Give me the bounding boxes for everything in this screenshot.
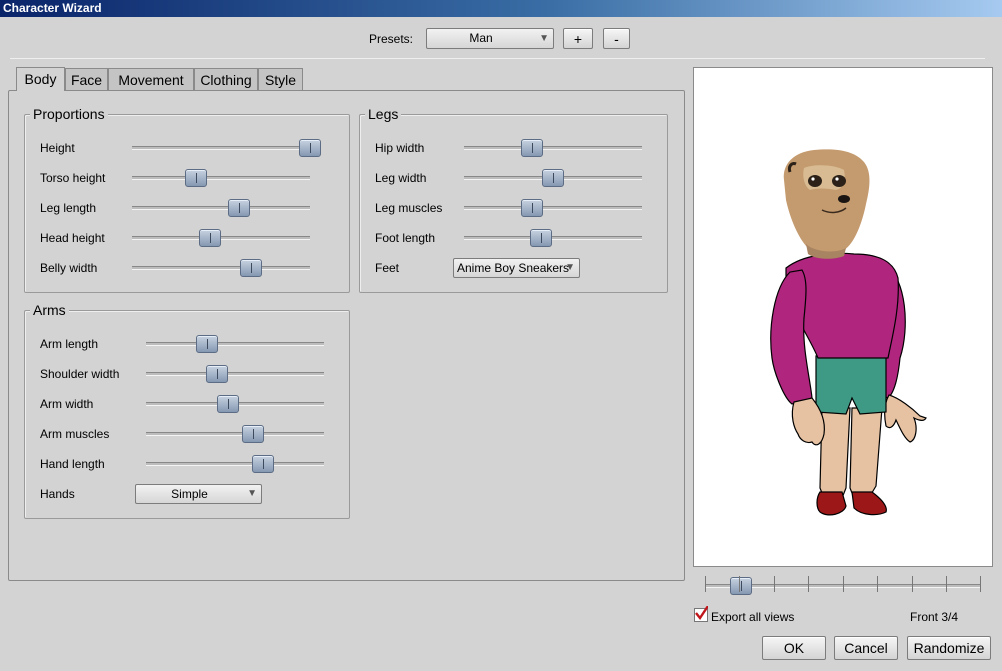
right-leg <box>849 407 883 499</box>
meerkat-left-eye-shine <box>811 177 815 181</box>
checkmark-icon <box>695 606 708 620</box>
proportions-slider-track[interactable] <box>132 229 310 247</box>
proportions-slider-handle[interactable] <box>199 229 222 247</box>
legs-slider-label: Leg width <box>375 171 427 185</box>
arms-slider-label: Arm width <box>40 397 94 411</box>
chevron-down-icon: ▼ <box>247 488 257 499</box>
proportions-slider-label: Head height <box>40 231 105 245</box>
arms-slider-track[interactable] <box>146 425 324 443</box>
meerkat-right-eye <box>832 175 846 187</box>
shorts <box>815 355 887 415</box>
feet-dropdown[interactable]: Anime Boy Sneakers ▼ <box>453 258 580 278</box>
proportions-slider-track[interactable] <box>132 169 310 187</box>
meerkat-right-eye-shine <box>835 177 839 181</box>
add-preset-button[interactable]: + <box>563 28 593 49</box>
view-tick <box>980 576 981 592</box>
tab-clothing[interactable]: Clothing <box>194 68 258 91</box>
arms-slider-track[interactable] <box>146 395 324 413</box>
proportions-slider-track[interactable] <box>132 139 321 157</box>
proportions-slider-track[interactable] <box>132 199 310 217</box>
arms-slider-handle[interactable] <box>241 425 264 443</box>
right-shoe <box>851 491 887 516</box>
legs-slider-track[interactable] <box>464 169 642 187</box>
hands-label: Hands <box>40 487 75 501</box>
proportions-slider-label: Torso height <box>40 171 106 185</box>
view-tick <box>808 576 809 592</box>
view-tick <box>912 576 913 592</box>
legs-slider-label: Hip width <box>375 141 425 155</box>
view-tick <box>946 576 947 592</box>
legs-slider-handle[interactable] <box>520 199 543 217</box>
proportions-title: Proportions <box>30 106 108 122</box>
meerkat-head <box>783 149 870 253</box>
view-tick <box>877 576 878 592</box>
left-leg <box>819 407 851 499</box>
arms-slider-handle[interactable] <box>216 395 239 413</box>
view-name-label: Front 3/4 <box>910 610 959 624</box>
arms-slider-label: Arm length <box>40 337 99 351</box>
ok-button[interactable]: OK <box>762 636 826 660</box>
front-arm <box>770 269 813 405</box>
proportions-slider-handle[interactable] <box>240 259 263 277</box>
arms-slider-label: Arm muscles <box>40 427 110 441</box>
tab-body[interactable]: Body <box>16 67 65 91</box>
proportions-slider-handle[interactable] <box>185 169 208 187</box>
proportions-slider-label: Height <box>40 141 75 155</box>
presets-dropdown[interactable]: Man ▼ <box>426 28 554 49</box>
arms-slider-label: Shoulder width <box>40 367 120 381</box>
randomize-button[interactable]: Randomize <box>907 636 991 660</box>
arms-slider-label: Hand length <box>40 457 105 471</box>
arms-slider-track[interactable] <box>146 365 324 383</box>
arms-slider-handle[interactable] <box>252 455 275 473</box>
meerkat-left-eye <box>808 175 822 187</box>
legs-slider-handle[interactable] <box>542 169 564 187</box>
hands-value: Simple <box>171 487 208 501</box>
export-all-views-checkbox[interactable] <box>694 606 708 622</box>
arms-slider-handle[interactable] <box>206 365 229 383</box>
cancel-button[interactable]: Cancel <box>834 636 898 660</box>
view-tick <box>705 576 706 592</box>
legs-slider-track[interactable] <box>464 139 642 157</box>
presets-label: Presets: <box>369 32 414 46</box>
legs-slider-label: Foot length <box>375 231 436 245</box>
legs-slider-track[interactable] <box>464 229 642 247</box>
left-shoe <box>816 491 847 516</box>
feet-value: Anime Boy Sneakers <box>457 261 570 275</box>
window-title: Character Wizard <box>0 0 1002 17</box>
proportions-slider-handle[interactable] <box>299 139 321 157</box>
view-slider-handle[interactable] <box>729 577 752 595</box>
view-tick <box>739 576 740 592</box>
tab-style[interactable]: Style <box>258 68 303 91</box>
legs-slider-track[interactable] <box>464 199 642 217</box>
arms-slider-track[interactable] <box>146 455 324 473</box>
legs-slider-handle[interactable] <box>529 229 552 247</box>
arms-slider-track[interactable] <box>146 335 324 353</box>
arms-slider-handle[interactable] <box>195 335 218 353</box>
legs-title: Legs <box>365 106 402 122</box>
chevron-down-icon: ▼ <box>539 33 549 44</box>
proportions-slider-handle[interactable] <box>227 199 250 217</box>
right-hand <box>884 394 927 443</box>
chevron-down-icon: ▼ <box>565 262 575 273</box>
feet-label: Feet <box>375 261 400 275</box>
tab-face[interactable]: Face <box>65 68 108 91</box>
remove-preset-button[interactable]: - <box>603 28 630 49</box>
tab-movement[interactable]: Movement <box>108 68 194 91</box>
view-tick <box>843 576 844 592</box>
proportions-slider-label: Belly width <box>40 261 98 275</box>
meerkat-nose <box>838 195 850 203</box>
export-all-views-label: Export all views <box>711 610 795 624</box>
legs-slider-label: Leg muscles <box>375 201 443 215</box>
legs-slider-handle[interactable] <box>520 139 543 157</box>
arms-title: Arms <box>30 302 69 318</box>
presets-value: Man <box>469 31 493 45</box>
character-figure <box>770 149 927 516</box>
header-divider <box>10 58 985 59</box>
view-tick <box>774 576 775 592</box>
proportions-slider-label: Leg length <box>40 201 97 215</box>
character-preview <box>693 67 993 567</box>
hands-dropdown[interactable]: Simple ▼ <box>135 484 262 504</box>
proportions-slider-track[interactable] <box>132 259 310 277</box>
